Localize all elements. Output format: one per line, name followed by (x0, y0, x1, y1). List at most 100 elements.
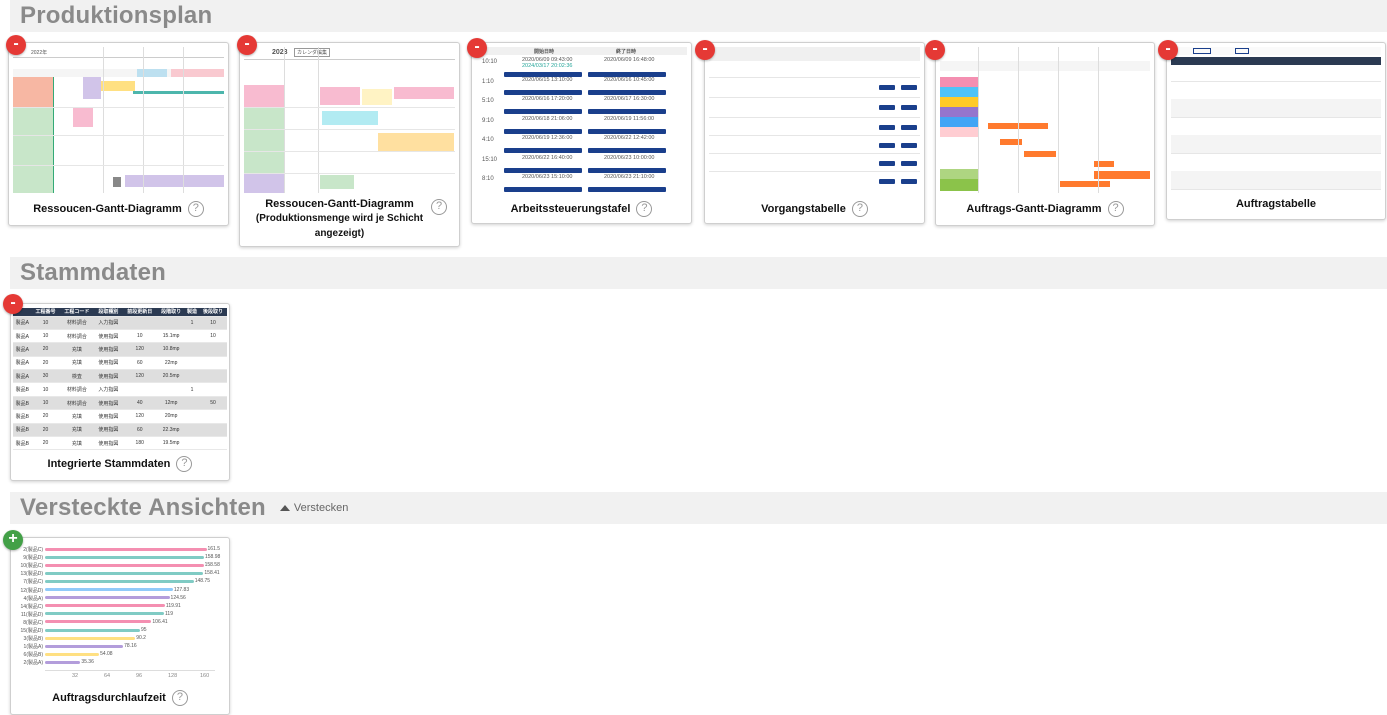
bar (45, 652, 100, 656)
minus-icon[interactable]: - (695, 40, 715, 60)
card-ressoucen-gantt-schicht[interactable]: 2023 カレンダ編集 Ressoucen-Gantt-Diagramm (Pr… (239, 42, 460, 247)
table-cell: 材料調合 (59, 382, 95, 397)
value-label: 158.98 (204, 554, 221, 561)
table-cell: 19.5mp (157, 436, 186, 451)
card-arbeitssteuerungstafel[interactable]: 開始日時 終了日時 10:10 2020/06/09 09:43:00 2020/0… (471, 42, 692, 224)
x-tick-label: 128 (168, 672, 178, 679)
bar (45, 596, 170, 600)
table-cell: 充填 (59, 423, 95, 438)
end-button[interactable] (588, 167, 666, 173)
table-cell: 60 (122, 423, 158, 438)
card-ressoucen-gantt[interactable]: 2022年 Ressoucen-Gantt-Diagramm ? (8, 42, 229, 226)
question-circle-icon[interactable]: ? (1107, 201, 1124, 217)
table-cell: 使用指図 (94, 329, 123, 344)
value-label: 54.08 (100, 651, 113, 658)
minus-icon[interactable]: - (237, 35, 257, 55)
table-cell: 使用指図 (94, 342, 123, 357)
table-cell (185, 342, 200, 357)
question-circle-icon[interactable]: ? (431, 199, 447, 215)
table-row: 製品B 10 材料調合 入力指図 1 (13, 382, 227, 397)
table-cell: 製品B (13, 396, 32, 411)
minus-icon[interactable]: - (3, 294, 23, 314)
table-cell: 120 (122, 409, 158, 424)
column-header: 後段取り (199, 308, 227, 317)
category-label: 7(製品C) (23, 579, 43, 586)
category-label: 12(製品D) (20, 587, 43, 594)
start-button[interactable] (504, 167, 582, 173)
end-button[interactable] (588, 128, 666, 134)
x-axis (45, 669, 215, 671)
category-label: 4(製品A) (23, 595, 43, 602)
bar (45, 588, 173, 591)
table-cell: 1 (185, 316, 200, 330)
question-circle-icon[interactable]: ? (176, 456, 193, 472)
hide-toggle-button[interactable]: Verstecken (279, 502, 348, 514)
card-integrierte-stammdaten[interactable]: 工程番号 工程コード 段取種別 前段更新日 段階取り 製造 後段取り 製品A 10 材料調合 入力… (10, 303, 230, 481)
card-title: Auftragsdurchlaufzeit (52, 691, 166, 704)
value-label: 161.5 (207, 546, 221, 552)
card-auftragstabelle[interactable]: Auftragstabelle (1166, 42, 1386, 220)
question-circle-icon[interactable]: ? (187, 201, 204, 217)
card-auftragsdurchlaufzeit[interactable]: 2(製品C) 161.5 9(製品D) 158.98 10(製品C) 158.58 13(製… (10, 537, 230, 715)
table-cell: 製品B (13, 423, 32, 438)
end-button[interactable] (588, 187, 666, 192)
value-label: 106.41 (152, 618, 168, 625)
value-label: 127.83 (173, 586, 190, 593)
table-cell: 20.5mp (157, 369, 186, 384)
end-button[interactable] (588, 89, 666, 95)
end-button[interactable] (588, 109, 666, 114)
table-cell: 20mp (157, 409, 186, 424)
calendar-dropdown[interactable]: カレンダ編集 (294, 48, 331, 57)
table-cell: 22.3mp (157, 423, 186, 438)
year-label: 2023 (272, 49, 288, 56)
category-label: 10(製品C) (20, 563, 43, 570)
start-button[interactable] (504, 89, 582, 95)
row-start: 2020/06/18 21:06:00 (522, 115, 573, 122)
row-end: 2020/06/22 12:42:00 (604, 135, 655, 141)
row-start: 2020/06/23 15:10:00 (522, 174, 573, 180)
table-cell: 製品B (13, 436, 32, 451)
row-time: 5:10 (482, 98, 494, 104)
minus-icon[interactable]: - (467, 38, 487, 58)
table-row: 製品A 20 充填 使用指図 120 10.8mp (13, 342, 227, 357)
row-start: 2020/06/15 13:10:00 (522, 76, 573, 83)
category-label: 8(製品C) (23, 619, 43, 626)
x-tick-label: 96 (136, 672, 143, 679)
table-cell: 製品A (13, 369, 32, 384)
question-circle-icon[interactable]: ? (636, 201, 653, 217)
bar (45, 579, 194, 583)
schedule-row: 4:10 2020/06/19 12:36:00 2020/06/22 12:42:… (476, 135, 687, 154)
start-button[interactable] (504, 128, 582, 134)
section-stammdaten-header: Stammdaten (10, 257, 1387, 289)
row-time: 10:10 (482, 59, 498, 65)
table-cell (185, 409, 200, 424)
plus-icon[interactable]: + (3, 530, 23, 550)
minus-icon[interactable]: - (925, 40, 945, 60)
throughput-chart: 2(製品C) 161.5 9(製品D) 158.98 10(製品C) 158.58 13(製… (15, 542, 225, 686)
x-tick-label: 64 (104, 672, 111, 679)
x-tick-label: 160 (200, 672, 210, 679)
table-cell: 120 (122, 342, 158, 357)
card-title: Vorgangstabelle (761, 202, 846, 215)
card-auftrags-gantt[interactable]: Auftrags-Gantt-Diagramm ? (935, 42, 1155, 226)
value-label: 158.58 (204, 562, 220, 569)
start-button[interactable] (504, 148, 582, 153)
question-circle-icon[interactable]: ? (171, 690, 188, 706)
minus-icon[interactable]: - (1158, 40, 1178, 60)
card-thumbnail: 2023 カレンダ編集 (244, 47, 455, 193)
table-cell: 120 (122, 369, 158, 384)
row-time: 1:10 (482, 78, 494, 85)
minus-icon[interactable]: - (6, 35, 26, 55)
column-header: 工程番号 (31, 308, 60, 317)
table-cell (157, 316, 186, 330)
x-tick-label: 32 (72, 672, 79, 679)
card-vorgangstabelle[interactable]: Vorgangstabelle ? (704, 42, 925, 224)
question-circle-icon[interactable]: ? (851, 201, 868, 217)
end-button[interactable] (588, 148, 666, 153)
head-end: 終了日時 (616, 49, 637, 55)
caret-up-icon (279, 505, 290, 511)
table-cell: 充填 (59, 342, 95, 357)
start-button[interactable] (504, 187, 582, 192)
start-button[interactable] (504, 109, 582, 114)
column-header: 工程コード (59, 308, 95, 317)
